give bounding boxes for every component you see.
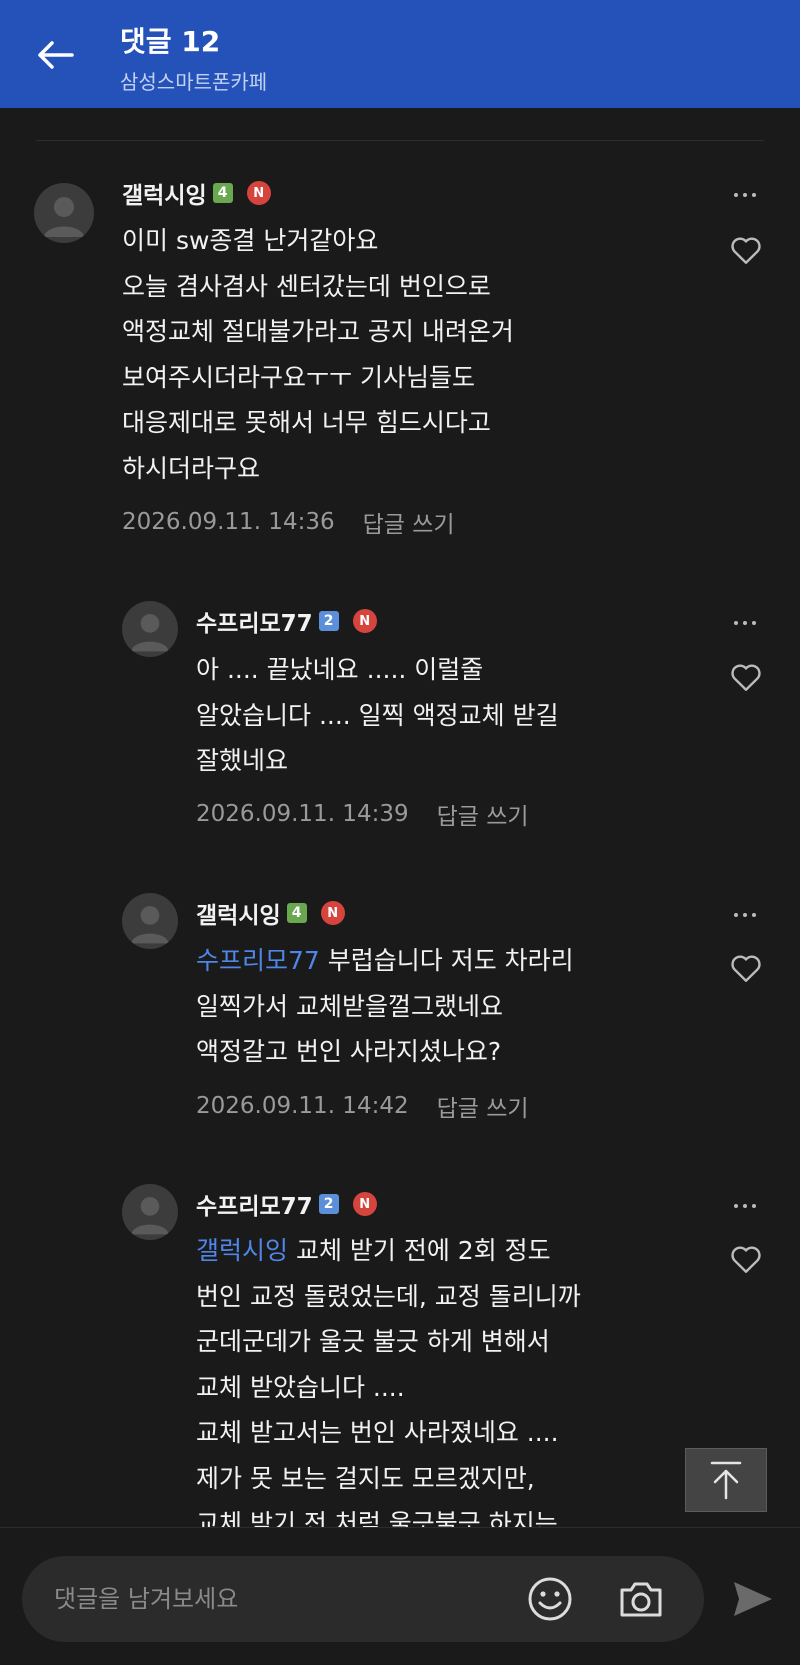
more-dots-icon — [734, 621, 738, 625]
heart-outline-icon[interactable] — [728, 659, 764, 695]
reply-button[interactable]: 답글 쓰기 — [363, 505, 455, 539]
member-level-badge: 4 — [286, 903, 307, 923]
heart-outline-icon[interactable] — [728, 950, 764, 986]
smiley-icon[interactable] — [525, 1574, 575, 1624]
scroll-to-top-button[interactable] — [685, 1448, 767, 1512]
member-level-badge: 2 — [318, 611, 339, 631]
comment-meta: 2026.09.11. 14:39 답글 쓰기 — [196, 797, 529, 831]
comment-input-container — [22, 1556, 704, 1642]
new-badge: N — [352, 609, 377, 633]
comment-meta: 2026.09.11. 14:42 답글 쓰기 — [196, 1089, 529, 1123]
member-level-badge: 2 — [318, 1194, 339, 1214]
mention-link[interactable]: 갤럭시잉 — [196, 1236, 288, 1265]
comment-timestamp: 2026.09.11. 14:42 — [196, 1093, 409, 1119]
new-badge: N — [352, 1192, 377, 1216]
avatar[interactable] — [122, 893, 178, 949]
default-avatar-icon — [131, 1197, 169, 1235]
back-button[interactable] — [30, 30, 80, 80]
comment-timestamp: 2026.09.11. 14:36 — [122, 509, 335, 535]
comment-text: 아 .... 끝났네요 ..... 이럴줄 알았습니다 .... 일찍 액정교체… — [196, 655, 559, 775]
comment-text: 수프리모77 부럽습니다 저도 차라리 일찍가서 교체받을껄그랬네요 액정갈고 … — [196, 938, 676, 1075]
comment-text: 이미 sw종결 난거같아요 오늘 겸사겸사 센터갔는데 번인으로 액정교체 절대… — [122, 226, 514, 483]
heart-outline-icon[interactable] — [728, 232, 764, 268]
arrow-up-to-top-icon — [710, 1461, 742, 1500]
more-options-button[interactable] — [730, 608, 760, 638]
more-options-button[interactable] — [730, 180, 760, 210]
more-options-button[interactable] — [730, 900, 760, 930]
page-title: 댓글 12 — [120, 25, 221, 58]
more-dots-icon — [734, 193, 738, 197]
new-badge: N — [320, 901, 345, 925]
comment-timestamp: 2026.09.11. 14:39 — [196, 801, 409, 827]
app-header: 댓글 12 삼성스마트폰카페 — [0, 0, 800, 108]
author-nickname[interactable]: 갤럭시잉 — [196, 896, 281, 930]
more-dots-icon — [734, 913, 738, 917]
avatar[interactable] — [34, 183, 94, 243]
default-avatar-icon — [44, 197, 84, 237]
divider — [36, 140, 764, 141]
author-row: 수프리모77 2 N — [196, 1187, 377, 1221]
arrow-left-icon — [38, 41, 74, 69]
new-badge: N — [246, 181, 271, 205]
more-dots-icon — [734, 1204, 738, 1208]
cafe-name[interactable]: 삼성스마트폰카페 — [120, 66, 267, 95]
reply-button[interactable]: 답글 쓰기 — [437, 797, 529, 831]
comment-meta: 2026.09.11. 14:36 답글 쓰기 — [122, 505, 455, 539]
author-nickname[interactable]: 갤럭시잉 — [122, 176, 207, 210]
author-nickname[interactable]: 수프리모77 — [196, 604, 313, 638]
author-row: 갤럭시잉 4 N — [122, 176, 271, 210]
author-row: 갤럭시잉 4 N — [196, 896, 345, 930]
author-row: 수프리모77 2 N — [196, 604, 377, 638]
default-avatar-icon — [131, 614, 169, 652]
camera-icon[interactable] — [616, 1574, 666, 1624]
comment-text: 갤럭시잉 교체 받기 전에 2회 정도 번인 교정 돌렸었는데, 교정 돌리니까… — [196, 1228, 676, 1547]
default-avatar-icon — [131, 906, 169, 944]
avatar[interactable] — [122, 1184, 178, 1240]
comment-composer — [0, 1527, 800, 1665]
avatar[interactable] — [122, 601, 178, 657]
comment-input[interactable] — [54, 1578, 514, 1620]
comment-body: 교체 받기 전에 2회 정도 번인 교정 돌렸었는데, 교정 돌리니까 군데군데… — [196, 1236, 581, 1538]
author-nickname[interactable]: 수프리모77 — [196, 1187, 313, 1221]
mention-link[interactable]: 수프리모77 — [196, 946, 320, 975]
member-level-badge: 4 — [212, 183, 233, 203]
more-options-button[interactable] — [730, 1191, 760, 1221]
reply-button[interactable]: 답글 쓰기 — [437, 1089, 529, 1123]
heart-outline-icon[interactable] — [728, 1241, 764, 1277]
send-icon[interactable] — [730, 1576, 776, 1622]
